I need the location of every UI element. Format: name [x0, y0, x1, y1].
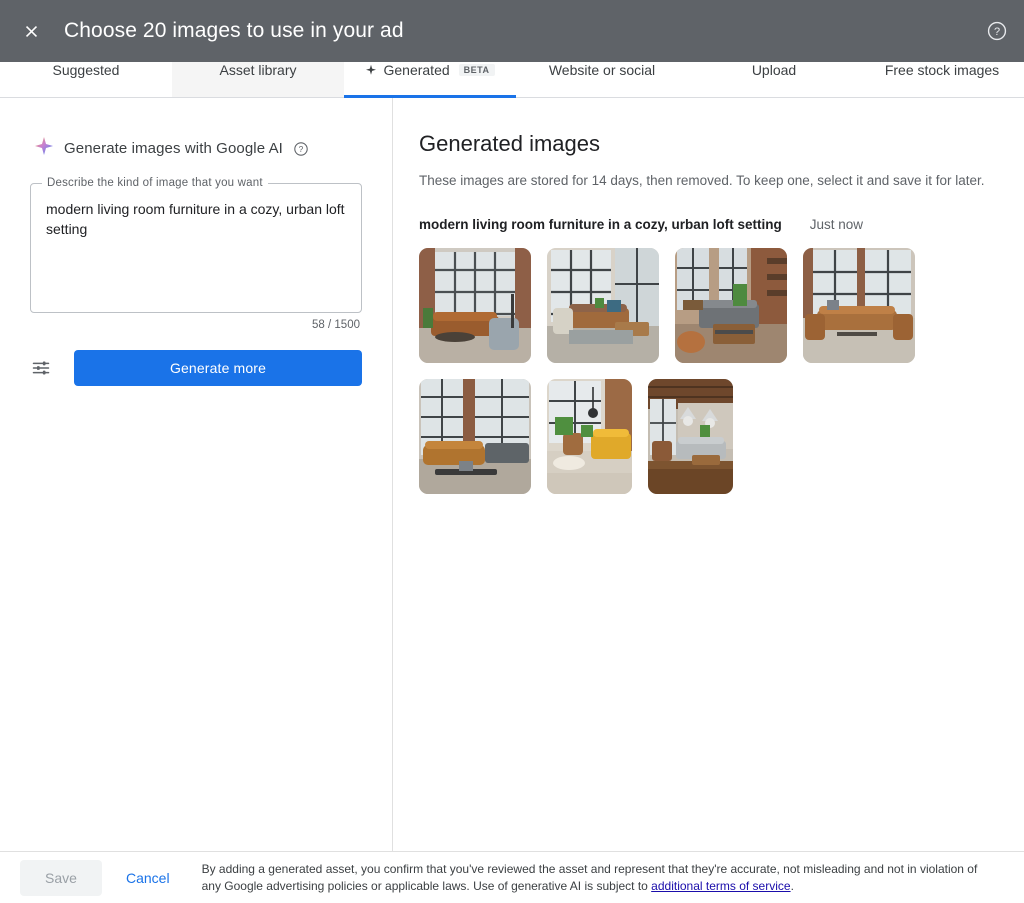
sparkle-icon	[365, 64, 377, 76]
page-title: Choose 20 images to use in your ad	[64, 19, 404, 42]
generated-prompt-row: modern living room furniture in a cozy, …	[419, 217, 1000, 232]
generate-controls-row: Generate more	[30, 349, 362, 387]
help-circle-icon[interactable]: ?	[293, 141, 309, 157]
generated-timestamp: Just now	[809, 217, 864, 232]
generated-thumbnail[interactable]	[648, 379, 733, 494]
tab-label: Website or social	[548, 61, 656, 78]
svg-text:?: ?	[994, 26, 1000, 38]
generated-images-description: These images are stored for 14 days, the…	[419, 173, 985, 188]
prompt-input[interactable]	[46, 199, 347, 299]
tune-sliders-icon[interactable]	[22, 349, 60, 387]
prompt-field-label: Describe the kind of image that you want	[42, 177, 268, 189]
dialog-header: Choose 20 images to use in your ad ?	[0, 0, 1024, 62]
save-button[interactable]: Save	[20, 859, 102, 896]
tab-label: Upload	[751, 61, 797, 78]
generated-thumbnail[interactable]	[419, 248, 531, 363]
generate-section-header: Generate images with Google AI ?	[34, 136, 362, 161]
beta-badge: BETA	[458, 63, 495, 76]
tab-label: Asset library	[219, 61, 297, 78]
generated-thumbnail-grid	[419, 248, 989, 494]
generated-thumbnail[interactable]	[547, 248, 659, 363]
character-counter: 58 / 1500	[312, 319, 360, 331]
legal-disclaimer: By adding a generated asset, you confirm…	[202, 861, 992, 895]
generate-section-title: Generate images with Google AI	[64, 140, 283, 157]
additional-terms-link[interactable]: additional terms of service	[651, 879, 790, 893]
generate-panel: Generate images with Google AI ? Describ…	[0, 98, 392, 851]
tab-active-underline	[344, 95, 516, 98]
tab-label: Generated	[383, 61, 450, 78]
generated-thumbnail[interactable]	[675, 248, 787, 363]
generated-thumbnail[interactable]	[803, 248, 915, 363]
sparkle-icon	[34, 136, 54, 161]
svg-text:?: ?	[299, 144, 304, 154]
legal-text-part1: By adding a generated asset, you confirm…	[201, 861, 978, 893]
help-circle-icon[interactable]: ?	[982, 16, 1012, 46]
dialog-body: Generate images with Google AI ? Describ…	[0, 98, 1024, 851]
image-picker-dialog: Choose 20 images to use in your ad ? Sug…	[0, 0, 1024, 903]
close-icon[interactable]	[14, 14, 48, 48]
generated-thumbnail[interactable]	[419, 379, 531, 494]
tab-label: Suggested	[52, 61, 120, 78]
prompt-field-container: Describe the kind of image that you want	[30, 177, 362, 313]
cancel-button[interactable]: Cancel	[114, 860, 182, 896]
generated-images-title: Generated images	[419, 131, 600, 156]
generate-more-button[interactable]: Generate more	[74, 350, 362, 386]
legal-text-part2: .	[790, 878, 794, 893]
generated-images-panel: Generated images These images are stored…	[393, 98, 1024, 851]
generated-thumbnail[interactable]	[547, 379, 632, 494]
tab-label: Free stock images	[884, 61, 1000, 78]
dialog-footer: Save Cancel By adding a generated asset,…	[0, 851, 1024, 903]
generated-prompt-text: modern living room furniture in a cozy, …	[419, 217, 782, 232]
